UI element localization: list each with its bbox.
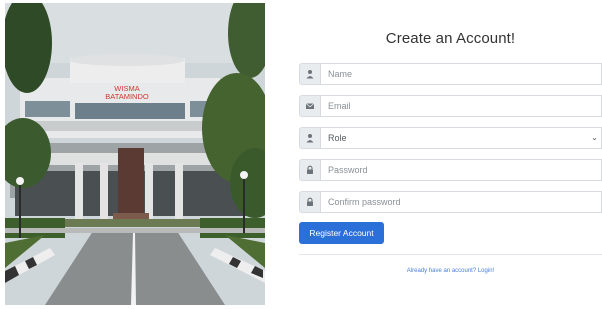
role-select[interactable]: Role ⌄	[321, 127, 602, 149]
confirm-password-row	[299, 191, 602, 213]
role-selected-value: Role	[328, 133, 347, 143]
building-photo: WISMA BATAMINDO	[5, 3, 265, 305]
password-input[interactable]	[321, 159, 602, 181]
register-account-button[interactable]: Register Account	[299, 222, 384, 244]
password-row	[299, 159, 602, 181]
sign-batamindo: BATAMINDO	[105, 92, 149, 101]
user-icon	[299, 127, 321, 149]
chevron-down-icon: ⌄	[591, 133, 598, 142]
role-row: Role ⌄	[299, 127, 602, 149]
email-input[interactable]	[321, 95, 602, 117]
confirm-password-input[interactable]	[321, 191, 602, 213]
register-form: Create an Account! Role ⌄	[299, 0, 602, 309]
user-icon	[299, 63, 321, 85]
envelope-icon	[299, 95, 321, 117]
lock-icon	[299, 159, 321, 181]
lock-icon	[299, 191, 321, 213]
login-link[interactable]: Already have an account? Login!	[299, 268, 602, 274]
form-title: Create an Account!	[385, 30, 516, 47]
name-input[interactable]	[321, 63, 602, 85]
divider	[299, 254, 602, 255]
name-row	[299, 63, 602, 85]
email-row	[299, 95, 602, 117]
